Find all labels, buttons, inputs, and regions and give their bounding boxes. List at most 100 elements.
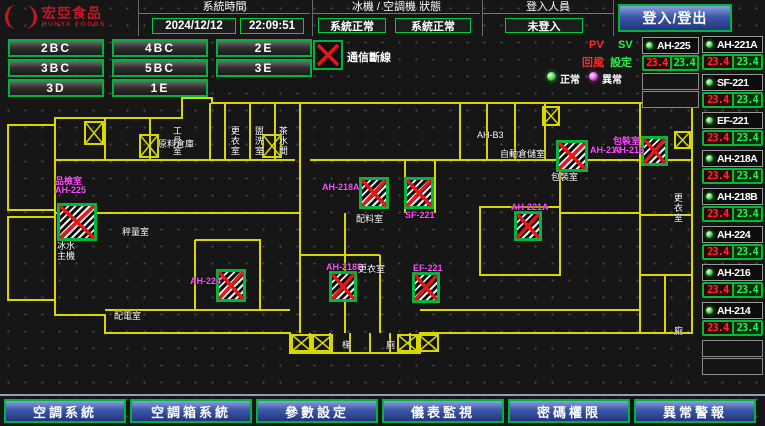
room-label: 秤量室 bbox=[122, 228, 149, 238]
chiller-status-value: 系統正常 bbox=[318, 18, 386, 33]
status-led-icon bbox=[705, 154, 714, 163]
equipment-panel-AH-214[interactable]: AH-214 bbox=[702, 302, 763, 319]
room-label: 包裝室 bbox=[551, 173, 578, 183]
nav-button-3[interactable]: 參數設定 bbox=[256, 399, 378, 423]
pv-value: 23.4 bbox=[704, 284, 734, 296]
unit-label-line: AH-218A bbox=[322, 183, 360, 192]
status-led-icon bbox=[705, 268, 714, 277]
pv-value: 23.4 bbox=[644, 57, 672, 69]
pv-label: PV bbox=[589, 39, 604, 51]
unit-label-AH-218A: AH-218A bbox=[322, 183, 360, 192]
nav-button-1[interactable]: 空調系統 bbox=[4, 399, 126, 423]
status-led-icon bbox=[705, 230, 714, 239]
equipment-panel-empty bbox=[702, 340, 763, 357]
status-led-icon bbox=[705, 116, 714, 125]
ahu-unit-SF-221[interactable] bbox=[404, 177, 434, 209]
nav-button-4[interactable]: 儀表監視 bbox=[382, 399, 504, 423]
equipment-values-AH-224: 23.423.4 bbox=[702, 244, 763, 260]
equipment-panel-AH-225[interactable]: AH-225 bbox=[642, 37, 699, 54]
floor-button-4BC[interactable]: 4BC bbox=[112, 39, 208, 57]
hunya-logo-icon bbox=[4, 2, 38, 32]
equipment-name: AH-221A bbox=[717, 39, 757, 51]
room-label: 配電室 bbox=[114, 312, 141, 322]
room-label: 盥洗室 bbox=[253, 126, 263, 156]
equipment-values-EF-221: 23.423.4 bbox=[702, 130, 763, 146]
equipment-panel-empty bbox=[642, 73, 699, 90]
pv-value: 23.4 bbox=[704, 322, 734, 334]
status-led-icon bbox=[705, 192, 714, 201]
unit-label-line: SF-221 bbox=[405, 211, 435, 220]
equipment-panel-EF-221[interactable]: EF-221 bbox=[702, 112, 763, 129]
equipment-name: SF-221 bbox=[717, 77, 748, 89]
sv-value: 23.4 bbox=[734, 56, 762, 68]
floor-button-2E[interactable]: 2E bbox=[216, 39, 312, 57]
login-logout-button[interactable]: 登入/登出 bbox=[618, 4, 732, 32]
sv-name-label: 設定 bbox=[610, 54, 632, 70]
nav-button-6[interactable]: 異常警報 bbox=[634, 399, 756, 423]
equipment-panel-empty bbox=[702, 358, 763, 375]
ahu-unit-AH-221A[interactable] bbox=[514, 211, 542, 241]
system-clock-value: 22:09:51 bbox=[240, 18, 304, 34]
ahu-unit-EF-221[interactable] bbox=[412, 272, 440, 303]
status-led-icon bbox=[645, 41, 654, 50]
abnormal-label: 異常 bbox=[602, 71, 622, 86]
equipment-panel-AH-221A[interactable]: AH-221A bbox=[702, 36, 763, 53]
unit-label-AH-225: 品檢室AH-225 bbox=[55, 177, 86, 196]
ahu-unit-AH-218B[interactable] bbox=[329, 271, 357, 302]
login-label: 登入人員 bbox=[483, 0, 613, 14]
stair-icon bbox=[292, 335, 311, 351]
equipment-name: AH-225 bbox=[657, 40, 690, 52]
machine-status-label: 冰機 / 空調機 狀態 bbox=[313, 0, 480, 14]
status-led-icon bbox=[705, 40, 714, 49]
ahu-status-value: 系統正常 bbox=[395, 18, 471, 33]
status-led-icon bbox=[705, 306, 714, 315]
room-label: 梯 bbox=[342, 341, 351, 351]
floor-button-3D[interactable]: 3D bbox=[8, 79, 104, 97]
unit-label-EF-221: EF-221 bbox=[413, 264, 443, 273]
stair-icon bbox=[419, 335, 438, 351]
pv-value: 23.4 bbox=[704, 246, 734, 258]
hmi-screen: 宏亞食品 HUNYA FOODS 系統時間 2024/12/12 22:09:5… bbox=[0, 0, 765, 426]
equipment-values-AH-218B: 23.423.4 bbox=[702, 206, 763, 222]
floor-button-1E[interactable]: 1E bbox=[112, 79, 208, 97]
pv-value: 23.4 bbox=[704, 56, 734, 68]
room-label: 原料倉庫 bbox=[158, 140, 194, 150]
normal-led-icon bbox=[546, 71, 557, 82]
ahu-unit-AH-214[interactable] bbox=[556, 140, 588, 172]
sv-value: 23.4 bbox=[734, 208, 762, 220]
pv-value: 23.4 bbox=[704, 170, 734, 182]
equipment-values-SF-221: 23.423.4 bbox=[702, 92, 763, 108]
equipment-values-AH-216: 23.423.4 bbox=[702, 282, 763, 298]
equipment-panel-AH-218A[interactable]: AH-218A bbox=[702, 150, 763, 167]
equipment-panel-SF-221[interactable]: SF-221 bbox=[702, 74, 763, 91]
unit-label-line: AH-216 bbox=[613, 146, 644, 155]
equipment-panel-AH-224[interactable]: AH-224 bbox=[702, 226, 763, 243]
floor-button-5BC[interactable]: 5BC bbox=[112, 59, 208, 77]
stair-icon bbox=[85, 122, 103, 144]
ahu-unit-AH-218A[interactable] bbox=[359, 177, 389, 209]
normal-label: 正常 bbox=[560, 71, 580, 86]
equipment-panel-empty bbox=[642, 91, 699, 108]
room-label: 更衣室 bbox=[229, 126, 239, 156]
nav-button-5[interactable]: 密碼權限 bbox=[508, 399, 630, 423]
floor-button-3E[interactable]: 3E bbox=[216, 59, 312, 77]
unit-label-AH-216: 包裝室AH-216 bbox=[613, 137, 644, 156]
equipment-panel-AH-218B[interactable]: AH-218B bbox=[702, 188, 763, 205]
unit-label-line: AH-221A bbox=[511, 203, 549, 212]
unit-label-line: AH-225 bbox=[55, 186, 86, 195]
floor-button-3BC[interactable]: 3BC bbox=[8, 59, 104, 77]
equipment-values-AH-225: 23.423.4 bbox=[642, 55, 699, 71]
nav-button-2[interactable]: 空調箱系統 bbox=[130, 399, 252, 423]
equipment-panel-AH-216[interactable]: AH-216 bbox=[702, 264, 763, 281]
system-date-value: 2024/12/12 bbox=[152, 18, 236, 34]
room-label: 廁 bbox=[674, 327, 683, 337]
room-label: 茶水間 bbox=[277, 126, 287, 156]
pv-value: 23.4 bbox=[704, 208, 734, 220]
room-label: 更衣室 bbox=[672, 193, 682, 223]
unit-label-line: EF-221 bbox=[413, 264, 443, 273]
ahu-unit-AH-216[interactable] bbox=[641, 136, 668, 166]
floor-button-2BC[interactable]: 2BC bbox=[8, 39, 104, 57]
equipment-values-AH-218A: 23.423.4 bbox=[702, 168, 763, 184]
ahu-unit-AH-225[interactable] bbox=[57, 203, 97, 241]
room-label: 廁 bbox=[386, 341, 395, 351]
